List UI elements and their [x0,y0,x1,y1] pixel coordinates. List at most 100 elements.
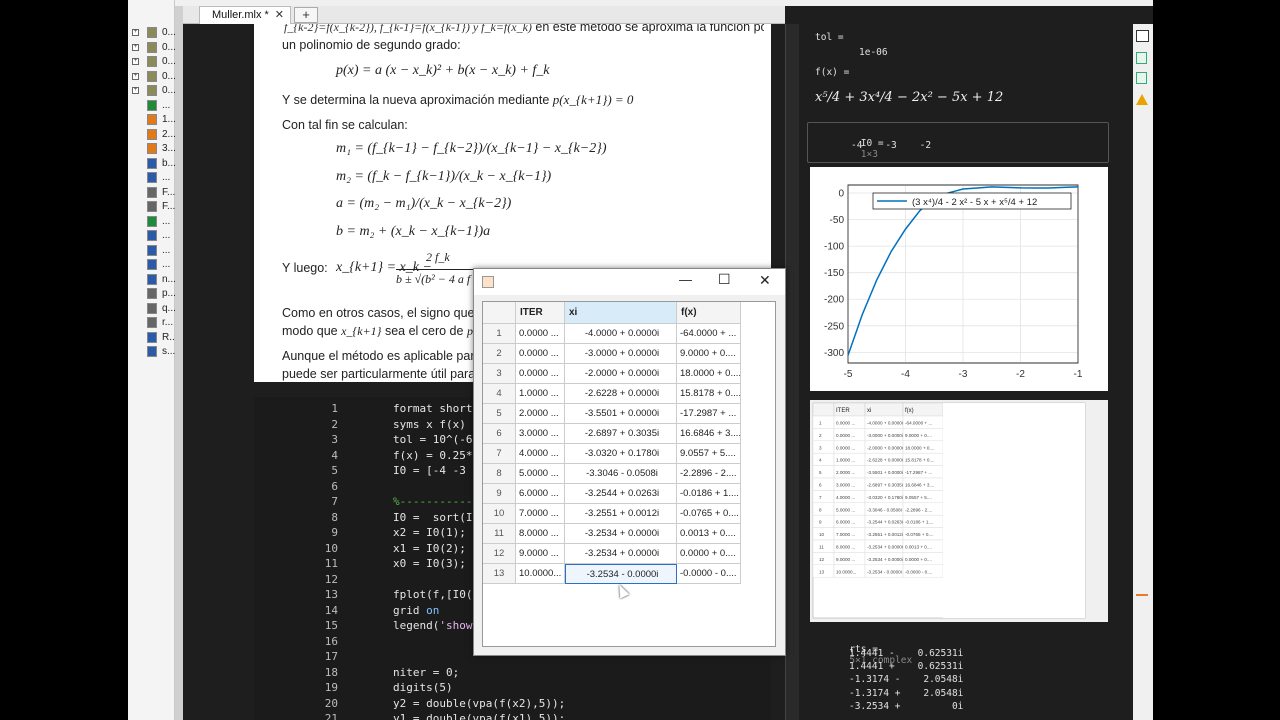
expand-folder-toggle[interactable]: + [132,43,139,51]
table-cell[interactable]: -2.6897 + 0.3035i [565,424,677,444]
table-cell[interactable]: -2.6228 + 0.0000i [565,384,677,404]
file-item-label[interactable]: ... [162,216,170,227]
table-cell[interactable]: 2.0000 ... [516,404,565,424]
new-tab-button[interactable]: + [294,7,318,23]
file-item-label[interactable]: 0... [162,42,176,53]
code-line[interactable]: y1 = double(vpa(f(x1),5)); [393,712,565,720]
file-item-label[interactable]: 0... [162,71,176,82]
file-item-label[interactable]: n... [162,274,176,285]
file-item-label[interactable]: ... [162,245,170,256]
table-cell[interactable]: 8.0000 ... [516,524,565,544]
code-line[interactable]: niter = 0; [393,666,459,679]
output-inline-icon[interactable] [1136,30,1149,42]
code-line[interactable]: x0 = I0(3); [393,557,466,570]
table-cell[interactable]: 9.0557 + 5.... [677,444,741,464]
code-line[interactable]: x2 = I0(1); [393,526,466,539]
table-cell[interactable]: -2.0000 + 0.0000i [565,364,677,384]
output-divider[interactable] [785,24,799,720]
table-cell[interactable]: -3.2534 - 0.0000i [565,564,677,584]
table-cell[interactable]: 1.0000 ... [516,384,565,404]
code-line[interactable]: syms x f(x) [393,418,466,431]
table-cell[interactable]: -3.0320 + 0.1780i [565,444,677,464]
table-cell[interactable]: 10.0000... [516,564,565,584]
table-cell[interactable]: -0.0186 + 1.... [677,484,741,504]
window-title-bar[interactable]: — ☐ ✕ [474,269,785,295]
file-item-label[interactable]: ... [162,259,170,270]
column-header[interactable]: xi [565,302,677,324]
close-window-button[interactable]: ✕ [759,272,771,289]
table-cell[interactable]: -64.0000 + ... [677,324,741,344]
tab-muller[interactable]: Muller.mlx * ✕ [199,6,291,24]
fplot-figure[interactable]: -5 -4 -3 -2 -1 0 -50 -100 -150 -200 -250 -300 (3 x⁴)… [810,167,1108,391]
table-cell[interactable]: -3.2534 + 0.0000i [565,524,677,544]
table-cell[interactable]: 5.0000 ... [516,464,565,484]
expand-folder-toggle[interactable]: + [132,29,139,36]
file-item-label[interactable]: F... [162,201,175,212]
expand-folder-toggle[interactable]: + [132,72,139,80]
output-right-icon[interactable] [1136,52,1147,64]
table-cell[interactable]: 4.0000 ... [516,444,565,464]
minimize-button[interactable]: — [679,272,692,287]
code-line[interactable]: grid on [393,604,439,617]
pane-divider[interactable] [175,6,183,720]
file-item-label[interactable]: 3... [162,143,176,154]
table-cell[interactable]: -17.2987 + ... [677,404,741,424]
table-cell[interactable]: 16.6846 + 3.... [677,424,741,444]
table-cell[interactable]: 0.0000 ... [516,344,565,364]
file-item-label[interactable]: 2... [162,129,176,140]
table-cell[interactable]: 0.0000 + 0.... [677,544,741,564]
file-item-label[interactable]: q... [162,303,176,314]
table-figure-window[interactable]: — ☐ ✕ ITER xi f(x) 1 0.0000 ... -4.0000 + 0.0… [473,268,786,656]
table-cell[interactable]: 3.0000 ... [516,424,565,444]
table-cell[interactable]: -2.2896 - 2.... [677,464,741,484]
hide-code-icon[interactable] [1136,72,1147,84]
table-cell[interactable]: 0.0000 ... [516,324,565,344]
table-cell[interactable]: 15.8178 + 0.... [677,384,741,404]
table-cell[interactable]: -3.3046 - 0.0508i [565,464,677,484]
file-item-label[interactable]: ... [162,172,170,183]
table-cell[interactable]: -3.2551 + 0.0012i [565,504,677,524]
code-line[interactable]: x1 = I0(2); [393,542,466,555]
table-cell[interactable]: -3.0000 + 0.0000i [565,344,677,364]
table-cell[interactable]: 0.0013 + 0.... [677,524,741,544]
column-header[interactable]: f(x) [677,302,741,324]
table-cell[interactable]: 9.0000 ... [516,544,565,564]
file-item-label[interactable]: r... [162,317,173,328]
file-item-label[interactable]: s... [162,346,175,357]
expand-folder-toggle[interactable]: + [132,58,139,65]
file-item-label[interactable]: 0... [162,85,176,96]
table-cell[interactable]: -4.0000 + 0.0000i [565,324,677,344]
results-table[interactable]: ITER xi f(x) 1 0.0000 ... -4.0000 + 0.0000i -6… [482,301,776,647]
thumb-cell: -3.5501 + 0.0000i [867,470,903,475]
table-cell[interactable]: -0.0765 + 0.... [677,504,741,524]
table-cell[interactable]: 0.0000 ... [516,364,565,384]
code-line[interactable]: y2 = double(vpa(f(x2),5)); [393,697,565,710]
warning-icon[interactable] [1136,94,1148,105]
table-cell[interactable]: -3.2544 + 0.0263i [565,484,677,504]
table-cell[interactable]: 6.0000 ... [516,484,565,504]
close-tab-icon[interactable]: ✕ [275,7,284,24]
i0-output-box[interactable]: I0 = 1×3 -4 -3 -2 [807,122,1109,163]
thumb-cell: 8 [819,507,822,512]
code-line[interactable]: digits(5) [393,681,453,694]
file-item-label[interactable]: p... [162,288,176,299]
expand-folder-toggle[interactable]: + [132,87,139,94]
file-item-label[interactable]: ... [162,230,170,241]
file-item-label[interactable]: ... [162,100,170,111]
code-line[interactable]: legend('show') [393,619,486,632]
maximize-button[interactable]: ☐ [718,271,731,288]
table-cell[interactable]: 7.0000 ... [516,504,565,524]
table-cell[interactable]: 9.0000 + 0.... [677,344,741,364]
table-cell[interactable]: 18.0000 + 0.... [677,364,741,384]
file-item-label[interactable]: 0... [162,56,176,67]
file-item-label[interactable]: b... [162,158,176,169]
file-item-label[interactable]: 0... [162,27,176,38]
file-item-label[interactable]: F... [162,187,175,198]
table-cell[interactable]: -3.2534 + 0.0000i [565,544,677,564]
table-figure-thumbnail[interactable]: ITER xi f(x) 1 0.0000 ... -4.0000 + 0.0000i -6… [810,400,1108,622]
table-cell[interactable]: -3.5501 + 0.0000i [565,404,677,424]
table-cell[interactable]: -0.0000 - 0.... [677,564,741,584]
file-item-label[interactable]: 1... [162,114,176,125]
column-header[interactable]: ITER [516,302,565,324]
code-line[interactable]: format shortG [393,402,479,415]
